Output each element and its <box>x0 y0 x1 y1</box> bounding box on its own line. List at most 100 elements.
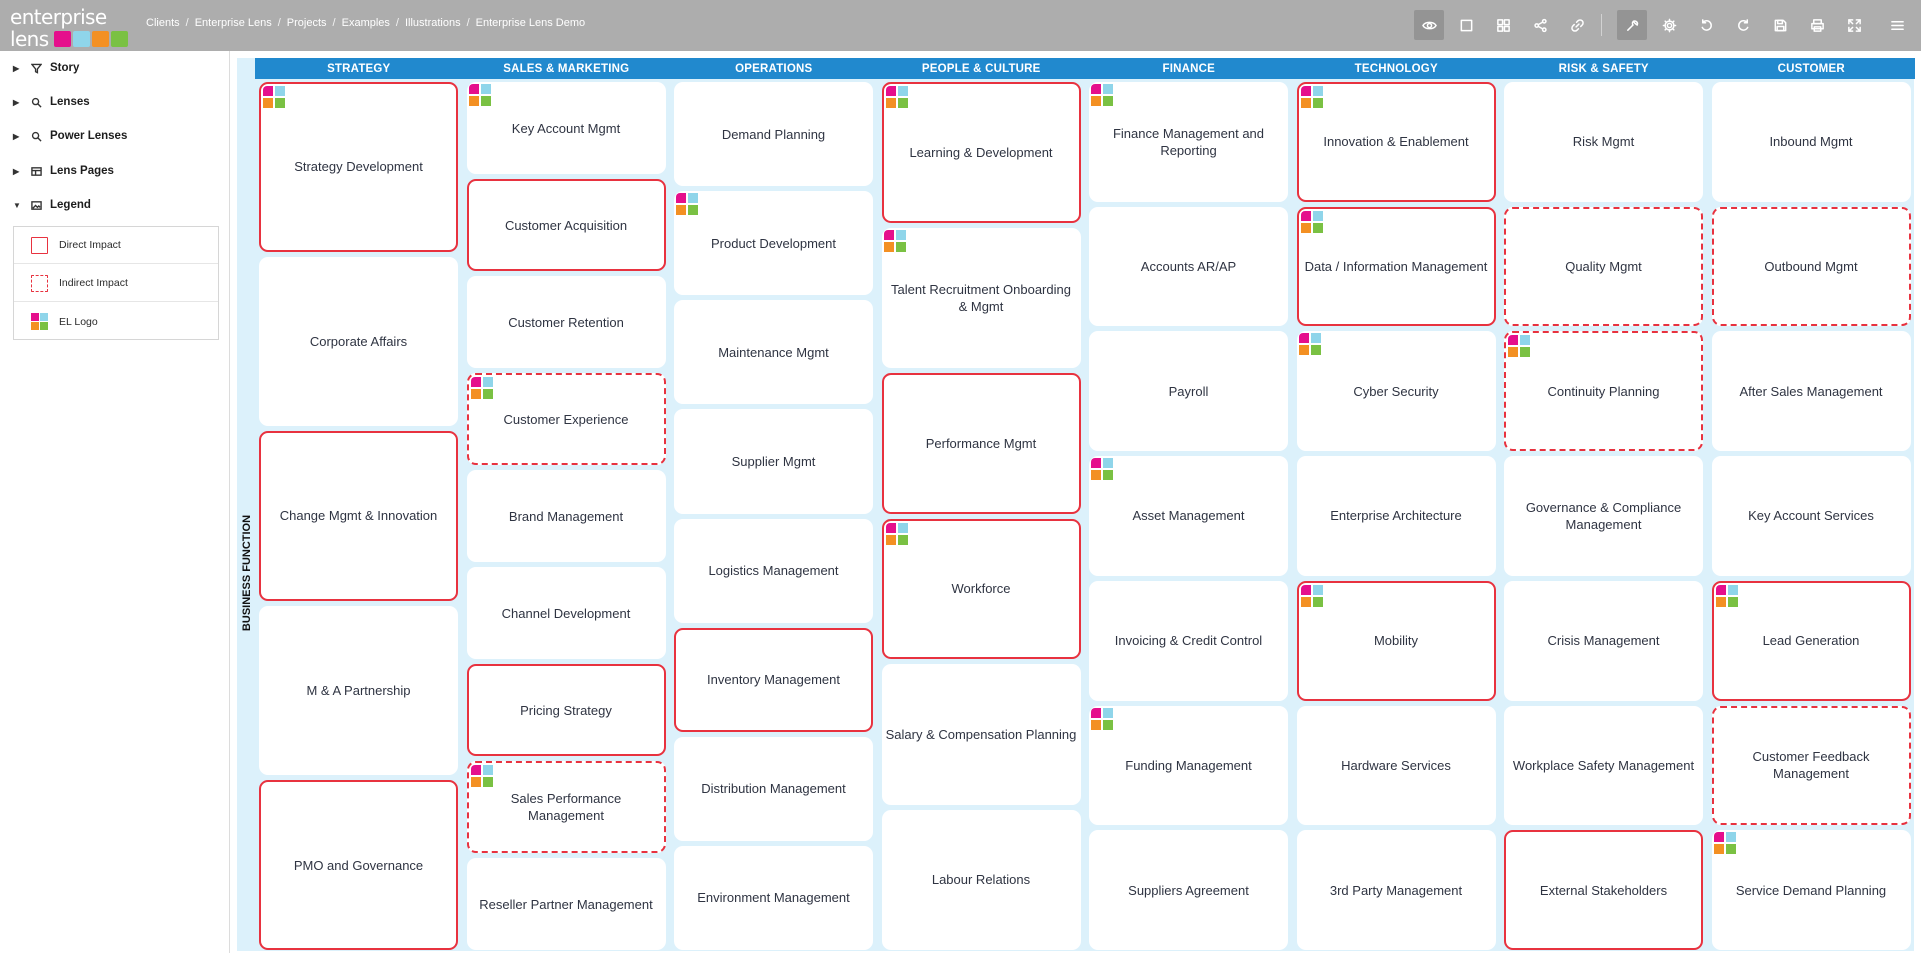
capability-card[interactable]: Distribution Management <box>674 736 873 841</box>
capability-card[interactable]: Payroll <box>1089 331 1288 452</box>
breadcrumb-item[interactable]: Enterprise Lens Demo <box>476 17 585 29</box>
column-header[interactable]: OPERATIONS <box>670 58 878 79</box>
view-mode-button[interactable] <box>1414 10 1444 40</box>
capability-card[interactable]: Enterprise Architecture <box>1296 456 1496 576</box>
breadcrumb-item[interactable]: Projects <box>287 17 327 29</box>
breadcrumb-item[interactable]: Clients <box>146 17 180 29</box>
logo-square <box>468 96 479 106</box>
sidebar-item-legend[interactable]: ▼ Legend <box>13 195 91 215</box>
column-header[interactable]: TECHNOLOGY <box>1292 58 1500 79</box>
capability-card[interactable]: Change Mgmt & Innovation <box>259 431 458 601</box>
sidebar-item-story[interactable]: ▶ Story <box>13 58 79 78</box>
capability-card[interactable]: Lead Generation <box>1711 580 1911 701</box>
capability-card[interactable]: 3rd Party Management <box>1296 830 1496 950</box>
capability-card[interactable]: Brand Management <box>466 470 666 562</box>
capability-card[interactable]: Salary & Compensation Planning <box>881 664 1081 805</box>
logo-square <box>1300 210 1311 221</box>
capability-card[interactable]: Cyber Security <box>1296 331 1496 452</box>
edit-tools-button[interactable] <box>1617 10 1647 40</box>
capability-card[interactable]: Talent Recruitment Onboarding & Mgmt <box>881 227 1081 368</box>
capability-card[interactable]: Channel Development <box>466 567 666 659</box>
capability-card[interactable]: Supplier Mgmt <box>674 409 873 514</box>
redo-button[interactable] <box>1728 10 1758 40</box>
capability-card[interactable]: Inventory Management <box>674 627 873 732</box>
capability-label: Asset Management <box>1132 508 1245 524</box>
capability-card[interactable]: Learning & Development <box>881 82 1081 223</box>
save-button[interactable] <box>1765 10 1795 40</box>
capability-card[interactable]: Pricing Strategy <box>466 664 666 756</box>
capability-card[interactable]: Invoicing & Credit Control <box>1089 580 1288 701</box>
el-logo-icon <box>1298 333 1322 356</box>
capability-card[interactable]: Maintenance Mgmt <box>674 300 873 405</box>
logo-square <box>688 205 698 216</box>
share-button[interactable] <box>1525 10 1555 40</box>
breadcrumb-item[interactable]: Illustrations <box>405 17 461 29</box>
link-button[interactable] <box>1562 10 1592 40</box>
image-icon <box>31 200 42 210</box>
capability-card[interactable]: External Stakeholders <box>1504 830 1703 950</box>
single-view-button[interactable] <box>1451 10 1481 40</box>
capability-card[interactable]: Outbound Mgmt <box>1711 206 1911 327</box>
capability-card[interactable]: PMO and Governance <box>259 780 458 950</box>
capability-card[interactable]: Governance & Compliance Management <box>1504 456 1703 576</box>
capability-card[interactable]: Product Development <box>674 191 873 296</box>
column-header[interactable]: STRATEGY <box>255 58 463 79</box>
top-bar: enterprise lens Clients / Enterprise Lens… <box>0 0 1921 51</box>
sidebar-item-power-lenses[interactable]: ▶ Power Lenses <box>13 126 127 146</box>
breadcrumb-item[interactable]: Examples <box>342 17 390 29</box>
capability-card[interactable]: Data / Information Management <box>1296 206 1496 327</box>
menu-button[interactable] <box>1882 10 1912 40</box>
print-button[interactable] <box>1802 10 1832 40</box>
capability-card[interactable]: Workplace Safety Management <box>1504 705 1703 826</box>
capability-card[interactable]: Crisis Management <box>1504 580 1703 701</box>
capability-card[interactable]: Strategy Development <box>259 82 458 252</box>
capability-card[interactable]: Service Demand Planning <box>1711 830 1911 950</box>
capability-card[interactable]: Funding Management <box>1089 705 1288 826</box>
capability-card[interactable]: Asset Management <box>1089 456 1288 576</box>
capability-card[interactable]: Corporate Affairs <box>259 256 458 427</box>
column-header[interactable]: CUSTOMER <box>1707 58 1915 79</box>
logo-square <box>1300 222 1311 233</box>
capability-label: Sales Performance Management <box>510 791 622 823</box>
capability-card[interactable]: Sales Performance Management <box>466 761 666 853</box>
breadcrumb-item[interactable]: Enterprise Lens <box>195 17 272 29</box>
grid-view-button[interactable] <box>1488 10 1518 40</box>
column-header[interactable]: FINANCE <box>1085 58 1293 79</box>
capability-card[interactable]: Customer Feedback Management <box>1711 705 1911 826</box>
capability-card[interactable]: M & A Partnership <box>259 605 458 776</box>
capability-card[interactable]: Logistics Management <box>674 518 873 623</box>
capability-card[interactable]: Accounts AR/AP <box>1089 206 1288 327</box>
capability-card[interactable]: Reseller Partner Management <box>466 858 666 950</box>
caret-right-icon: ▶ <box>13 97 20 107</box>
capability-card[interactable]: Mobility <box>1296 580 1496 701</box>
capability-card[interactable]: After Sales Management <box>1711 331 1911 452</box>
sidebar-item-lenses[interactable]: ▶ Lenses <box>13 92 90 112</box>
capability-card[interactable]: Inbound Mgmt <box>1711 82 1911 202</box>
column-header[interactable]: RISK & SAFETY <box>1500 58 1708 79</box>
brand-logo[interactable]: enterprise lens <box>10 6 138 50</box>
capability-card[interactable]: Risk Mgmt <box>1504 82 1703 202</box>
capability-card[interactable]: Workforce <box>881 518 1081 659</box>
column-header[interactable]: SALES & MARKETING <box>462 58 670 79</box>
capability-card[interactable]: Customer Acquisition <box>466 179 666 271</box>
capability-card[interactable]: Key Account Services <box>1711 456 1911 576</box>
capability-card[interactable]: Key Account Mgmt <box>466 82 666 174</box>
capability-card[interactable]: Innovation & Enablement <box>1296 82 1496 202</box>
capability-card[interactable]: Environment Management <box>674 845 873 950</box>
capability-card[interactable]: Hardware Services <box>1296 705 1496 826</box>
capability-card[interactable]: Performance Mgmt <box>881 373 1081 514</box>
settings-button[interactable] <box>1654 10 1684 40</box>
logo-square <box>1091 707 1101 718</box>
sidebar-item-lens-pages[interactable]: ▶ Lens Pages <box>13 161 114 181</box>
capability-card[interactable]: Labour Relations <box>881 809 1081 950</box>
capability-card[interactable]: Quality Mgmt <box>1504 206 1703 327</box>
capability-card[interactable]: Customer Experience <box>466 373 666 465</box>
column-header[interactable]: PEOPLE & CULTURE <box>877 58 1085 79</box>
capability-card[interactable]: Demand Planning <box>674 82 873 187</box>
capability-card[interactable]: Suppliers Agreement <box>1089 830 1288 950</box>
capability-card[interactable]: Continuity Planning <box>1504 331 1703 452</box>
capability-card[interactable]: Customer Retention <box>466 276 666 368</box>
undo-button[interactable] <box>1691 10 1721 40</box>
capability-card[interactable]: Finance Management and Reporting <box>1089 82 1288 202</box>
fullscreen-button[interactable] <box>1839 10 1869 40</box>
